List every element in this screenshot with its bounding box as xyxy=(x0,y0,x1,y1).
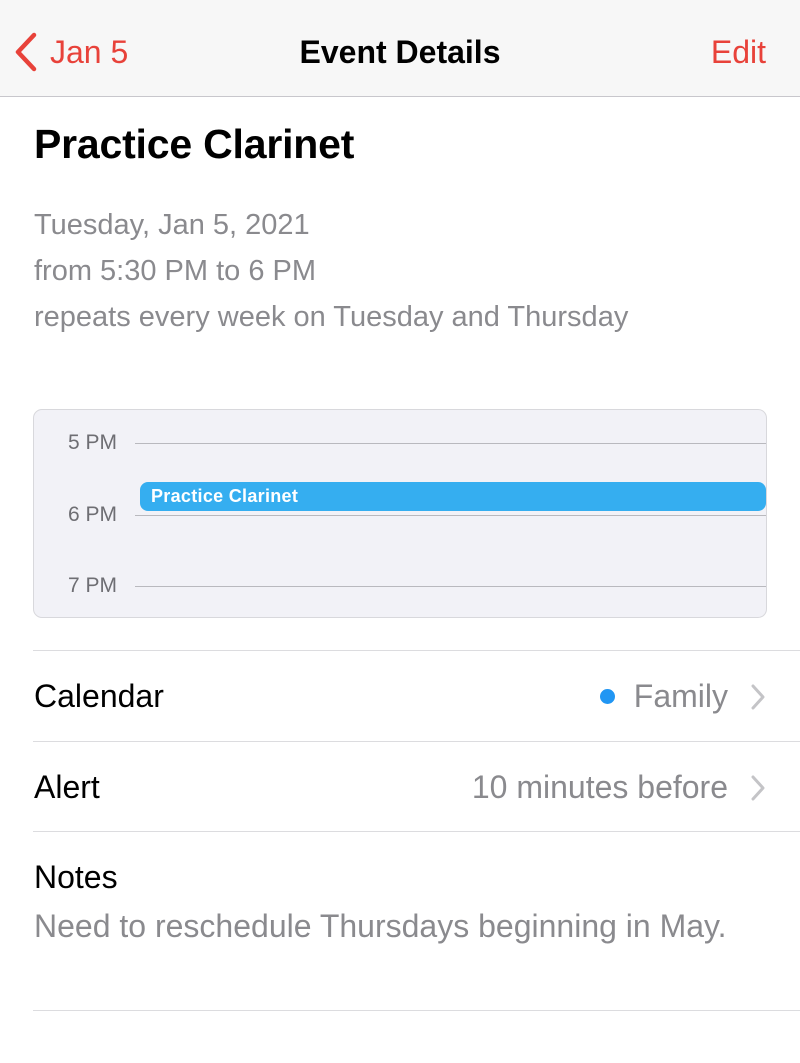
timeline-hour-line xyxy=(135,443,766,444)
event-date: Tuesday, Jan 5, 2021 xyxy=(34,209,310,241)
calendar-row-value: Family xyxy=(599,652,728,741)
divider xyxy=(33,650,800,651)
divider xyxy=(33,741,800,742)
timeline-hour-line xyxy=(135,515,766,516)
timeline-hour-label: 5 PM xyxy=(68,431,118,454)
timeline-event-block[interactable]: Practice Clarinet xyxy=(140,482,766,511)
event-time: from 5:30 PM to 6 PM xyxy=(34,255,317,287)
chevron-right-icon xyxy=(750,774,766,807)
event-repeat: repeats every week on Tuesday and Thursd… xyxy=(34,301,629,333)
back-button-label: Jan 5 xyxy=(50,34,129,70)
alert-row-value: 10 minutes before xyxy=(471,769,728,805)
calendar-name: Family xyxy=(633,678,728,714)
timeline-hour: 5 PM xyxy=(34,428,766,458)
chevron-left-icon xyxy=(14,32,38,72)
calendar-row[interactable]: Calendar Family xyxy=(34,652,800,741)
event-meta: Tuesday, Jan 5, 2021 from 5:30 PM to 6 P… xyxy=(34,202,628,340)
event-title: Practice Clarinet xyxy=(34,121,355,167)
timeline-hour-line xyxy=(135,586,766,587)
notes-label: Notes xyxy=(34,859,118,895)
chevron-right-icon xyxy=(750,683,766,716)
back-button[interactable]: Jan 5 xyxy=(14,28,128,76)
calendar-row-label: Calendar xyxy=(34,678,164,714)
edit-button[interactable]: Edit xyxy=(711,28,766,76)
event-details-screen: Jan 5 Event Details Edit Practice Clarin… xyxy=(0,0,800,1063)
alert-row-label: Alert xyxy=(34,769,100,805)
timeline-hour-label: 6 PM xyxy=(68,503,118,526)
calendar-color-dot xyxy=(599,689,615,704)
notes-text: Need to reschedule Thursdays beginning i… xyxy=(34,908,727,944)
divider xyxy=(33,1010,800,1011)
alert-row[interactable]: Alert 10 minutes before xyxy=(34,743,800,832)
navigation-bar: Jan 5 Event Details Edit xyxy=(0,0,800,97)
timeline-hour: 7 PM xyxy=(34,571,766,601)
divider xyxy=(33,831,800,832)
timeline-hour-label: 7 PM xyxy=(68,574,118,597)
day-timeline: 5 PM 6 PM 7 PM Practice Clarinet xyxy=(33,409,767,618)
